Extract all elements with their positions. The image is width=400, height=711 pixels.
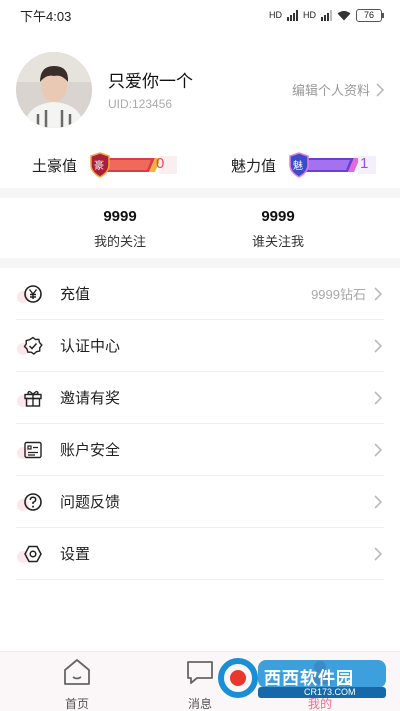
message-icon: [187, 661, 213, 684]
wealth-badge: 豪 0: [89, 152, 178, 178]
wifi-icon: [337, 10, 351, 20]
network-label-2: HD: [303, 10, 316, 20]
wealth-value: 0: [156, 155, 165, 172]
chevron-right-icon: [376, 82, 384, 97]
battery-icon: 76: [356, 8, 384, 22]
signal-icon: [287, 9, 298, 21]
status-bar: 下午4:03 HD HD 76: [0, 0, 400, 30]
tab-home-label: 首页: [64, 697, 89, 711]
chevron-right-icon: [374, 442, 382, 457]
menu-item-label: 账户安全: [60, 442, 121, 459]
verified-badge-icon: [17, 335, 44, 357]
chevron-right-icon: [374, 338, 382, 353]
diamond-balance: 9999钻石: [311, 287, 366, 302]
menu-item-label: 设置: [60, 546, 91, 563]
network-label-1: HD: [269, 10, 282, 20]
tab-home[interactable]: 首页: [47, 658, 107, 711]
menu-item-label: 认证中心: [60, 338, 121, 355]
menu-item-feedback[interactable]: 问题反馈: [16, 476, 384, 528]
bottom-tab-bar: 首页 消息 我的 西西软件园 CR173.COM: [0, 651, 400, 711]
charm-badge-char: 魅: [293, 161, 304, 172]
edit-profile-link[interactable]: 编辑个人资料: [292, 80, 386, 99]
charm-value: 1: [360, 155, 369, 172]
menu-item-label: 充值: [60, 286, 91, 303]
level-stats: 土豪值 豪 0 魅力值 魅 1: [0, 148, 400, 182]
menu-item-invite[interactable]: 邀请有奖: [16, 372, 384, 424]
question-circle-icon: [17, 491, 44, 513]
following-label: 我的关注: [93, 234, 146, 249]
section-divider: [0, 258, 400, 268]
watermark-url: CR173.COM: [304, 687, 356, 697]
chevron-right-icon: [374, 494, 382, 509]
menu-item-label: 邀请有奖: [60, 390, 121, 407]
following-count: 9999: [103, 208, 137, 225]
watermark-logo: 西西软件园 CR173.COM: [218, 656, 388, 700]
user-id: UID:123456: [108, 97, 173, 111]
yen-coin-icon: [17, 283, 44, 305]
menu-item-recharge[interactable]: 充值 9999钻石: [16, 268, 384, 320]
status-time: 下午4:03: [20, 8, 72, 24]
following-item[interactable]: 9999 我的关注: [60, 208, 180, 250]
status-icons: HD HD 76: [269, 8, 384, 22]
charm-stat[interactable]: 魅力值 魅 1: [231, 148, 377, 182]
menu-item-label: 问题反馈: [60, 494, 121, 511]
wealth-badge-char: 豪: [94, 161, 105, 172]
chevron-right-icon: [374, 546, 382, 561]
nickname: 只爱你一个: [108, 72, 193, 91]
follow-row: 9999 我的关注 9999 谁关注我: [0, 200, 400, 258]
section-divider: [0, 188, 400, 198]
charm-badge: 魅 1: [288, 152, 377, 178]
menu-item-settings[interactable]: 设置: [16, 528, 384, 580]
edit-profile-label: 编辑个人资料: [291, 83, 370, 98]
gift-icon: [17, 387, 44, 409]
avatar[interactable]: [16, 52, 92, 128]
settings-menu: 充值 9999钻石 认证中心 邀请有奖 账户安全 问题反馈 设置: [16, 268, 384, 580]
followers-label: 谁关注我: [251, 234, 304, 249]
chevron-right-icon: [374, 390, 382, 405]
charm-label: 魅力值: [231, 157, 277, 175]
menu-item-account-security[interactable]: 账户安全: [16, 424, 384, 476]
profile-header: 只爱你一个 UID:123456 编辑个人资料: [16, 52, 386, 128]
followers-item[interactable]: 9999 谁关注我: [218, 208, 338, 250]
watermark-brand: 西西软件园: [264, 669, 354, 688]
followers-count: 9999: [261, 208, 295, 225]
wealth-stat[interactable]: 土豪值 豪 0: [32, 148, 178, 182]
home-icon: [64, 659, 90, 685]
chevron-right-icon: [374, 286, 382, 301]
wealth-label: 土豪值: [32, 157, 78, 175]
avatar-image: [16, 52, 92, 128]
security-list-icon: [17, 439, 44, 461]
settings-hexagon-icon: [17, 543, 44, 565]
menu-item-verification[interactable]: 认证中心: [16, 320, 384, 372]
signal-icon: [321, 9, 332, 21]
